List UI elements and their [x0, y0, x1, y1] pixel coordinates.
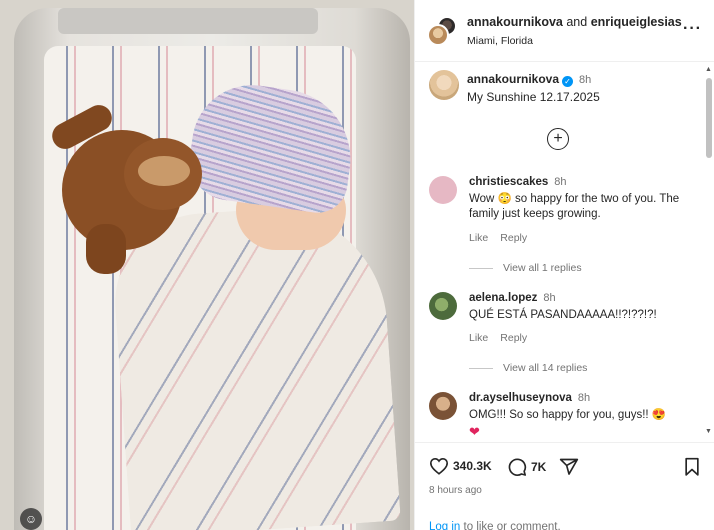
bassinet-rim	[58, 8, 318, 34]
heart-icon[interactable]	[429, 457, 449, 475]
verified-badge-icon: ✓	[562, 76, 574, 87]
comment-username[interactable]: dr.ayselhuseynova	[469, 392, 572, 404]
plush-sloth-leg	[86, 224, 126, 274]
like-action[interactable]: 340.3K	[429, 457, 492, 475]
header-joiner: and	[566, 15, 588, 29]
like-count: 340.3K	[453, 459, 492, 473]
location-link[interactable]: Miami, Florida	[467, 35, 682, 47]
scroll-up-arrow-icon[interactable]: ▲	[705, 66, 712, 73]
like-comment-button[interactable]: Like	[469, 232, 488, 244]
comment-icon[interactable]	[507, 457, 527, 477]
caption-text: My Sunshine 12.17.2025	[467, 90, 600, 104]
avatar-annakournikova[interactable]	[427, 24, 449, 46]
caption-time: 8h	[579, 74, 592, 86]
load-more-comments-icon[interactable]: +	[547, 128, 569, 150]
header-username-1[interactable]: annakournikova	[467, 15, 563, 29]
post-details-panel: annakournikova and enriqueiglesias Miami…	[414, 0, 714, 530]
post-actions-bar: 340.3K 7K 8 hours ago Log in to like or …	[415, 442, 714, 530]
share-action[interactable]	[559, 457, 579, 477]
scroll-down-arrow-icon[interactable]: ▼	[705, 428, 712, 435]
like-comment-button[interactable]: Like	[469, 332, 488, 344]
header-text: annakournikova and enriqueiglesias Miami…	[467, 15, 682, 47]
comment-avatar[interactable]	[429, 176, 457, 204]
view-replies-button[interactable]: View all 14 replies	[469, 362, 587, 374]
caption-username[interactable]: annakournikova	[467, 72, 559, 86]
view-replies-button[interactable]: View all 1 replies	[469, 262, 582, 274]
comment-time: 8h	[543, 292, 556, 304]
post-photo[interactable]: ☺	[0, 0, 414, 530]
post-header: annakournikova and enriqueiglesias Miami…	[415, 0, 714, 62]
comment-username[interactable]: christiescakes	[469, 176, 548, 188]
user-tag-icon[interactable]: ☺	[20, 508, 42, 530]
comment-text: QUÉ ESTÁ PASANDAAAAA!!?!??!?!	[469, 309, 657, 321]
plush-sloth-face	[138, 156, 190, 186]
comment-count: 7K	[531, 460, 547, 474]
reply-button[interactable]: Reply	[500, 232, 527, 244]
collab-names: annakournikova and enriqueiglesias	[467, 15, 682, 29]
comment-text: OMG!!! So so happy for you, guys!! 😍	[469, 409, 667, 421]
comment-header: dr.ayselhuseynova 8h	[469, 392, 590, 404]
login-prompt-text: to like or comment.	[460, 521, 561, 530]
header-username-2[interactable]: enriqueiglesias	[591, 15, 682, 29]
caption-avatar[interactable]	[429, 70, 459, 100]
more-horizontal-icon[interactable]: ···	[683, 20, 702, 38]
save-action[interactable]	[683, 457, 701, 477]
comment-header: aelena.lopez 8h	[469, 292, 556, 304]
caption-header: annakournikova ✓ 8h	[467, 72, 591, 87]
comment-header: christiescakes 8h	[469, 176, 567, 188]
scrollbar[interactable]: ▲ ▼	[705, 66, 713, 438]
comment-actions: Like Reply	[469, 232, 527, 244]
comment-text: Wow 😳 so happy for the two of you. The f…	[469, 193, 680, 220]
swaddle-wrap	[109, 200, 401, 530]
share-icon[interactable]	[559, 457, 579, 477]
comment-avatar[interactable]	[429, 292, 457, 320]
reply-button[interactable]: Reply	[500, 332, 527, 344]
comment-action[interactable]: 7K	[507, 457, 546, 477]
comment-avatar[interactable]	[429, 392, 457, 420]
comment-actions: Like Reply	[469, 332, 527, 344]
post-timestamp: 8 hours ago	[429, 485, 482, 496]
login-link[interactable]: Log in	[429, 521, 460, 530]
comment-time: 8h	[577, 392, 591, 404]
comment-time: 8h	[554, 176, 567, 188]
bookmark-icon[interactable]	[683, 457, 701, 477]
heart-emoji: ❤	[469, 424, 480, 439]
login-prompt: Log in to like or comment.	[429, 521, 561, 530]
comment-username[interactable]: aelena.lopez	[469, 292, 537, 304]
scrollbar-thumb[interactable]	[706, 78, 712, 158]
comments-scroll[interactable]: annakournikova ✓ 8h My Sunshine 12.17.2025…	[415, 62, 714, 442]
collab-avatars[interactable]	[427, 16, 457, 46]
